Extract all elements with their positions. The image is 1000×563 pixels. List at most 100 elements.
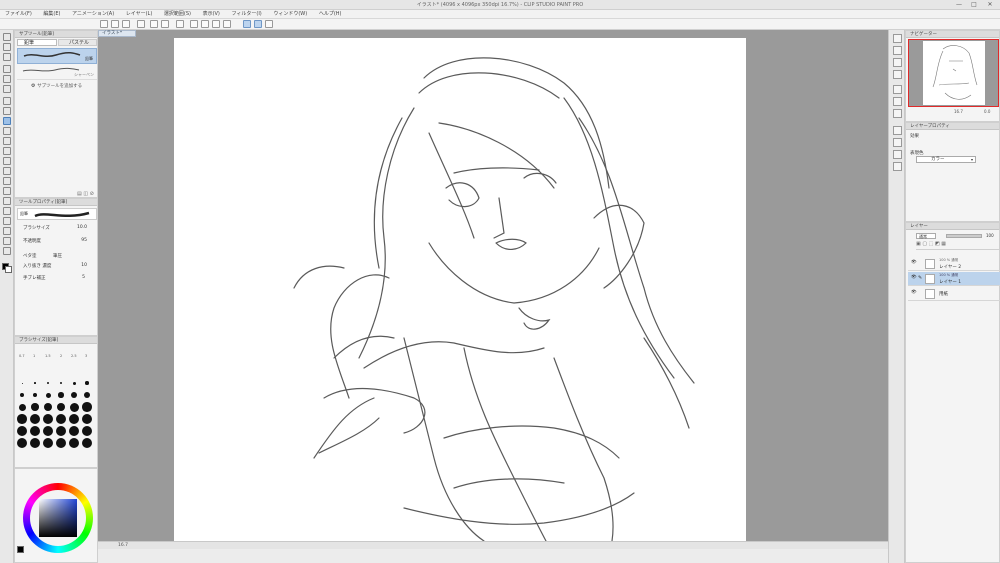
decoration-tool-icon[interactable] <box>3 147 11 155</box>
navigator-view-frame[interactable] <box>908 39 999 107</box>
brush-size-preset[interactable] <box>47 382 49 384</box>
eye-icon[interactable]: 👁 <box>911 260 917 265</box>
brush-size-preset[interactable] <box>59 381 63 385</box>
prop-start-end-density[interactable]: 入り抜き 濃度 10 <box>17 263 97 272</box>
brush-size-preset[interactable] <box>56 414 66 424</box>
pen-tool-icon[interactable] <box>3 107 11 115</box>
brush-size-preset[interactable] <box>43 426 53 436</box>
color-history-icon[interactable] <box>893 162 902 171</box>
gradient-tool-icon[interactable] <box>3 187 11 195</box>
eyedropper-tool-icon[interactable] <box>3 97 11 105</box>
new-file-button[interactable] <box>100 20 108 28</box>
minimize-button[interactable]: — <box>952 0 966 10</box>
menu-window[interactable]: ウィンドウ(W) <box>268 10 312 19</box>
auto-select-tool-icon[interactable] <box>3 85 11 93</box>
navigator-panel-icon[interactable] <box>893 34 902 43</box>
brush-size-preset[interactable] <box>18 403 26 411</box>
clip-studio-button[interactable] <box>137 20 145 28</box>
eye-icon[interactable]: 👁 <box>911 275 917 280</box>
menu-layer[interactable]: レイヤー(L) <box>121 10 158 19</box>
brush-size-preset[interactable] <box>69 414 79 424</box>
brush-size-preset[interactable] <box>31 403 39 411</box>
wheel-main-color[interactable] <box>17 546 24 553</box>
hue-ring[interactable] <box>23 483 93 553</box>
correct-line-tool-icon[interactable] <box>3 247 11 255</box>
brush-size-preset[interactable] <box>71 392 77 398</box>
menu-animation[interactable]: アニメーション(A) <box>67 10 119 19</box>
sub-color-swatch[interactable] <box>5 266 12 273</box>
open-file-button[interactable] <box>111 20 119 28</box>
invert-selection-button[interactable] <box>212 20 220 28</box>
menu-edit[interactable]: 編集(E) <box>38 10 65 19</box>
pencil-tool-icon[interactable] <box>3 117 11 125</box>
selection-tool-icon[interactable] <box>3 75 11 83</box>
close-button[interactable]: ✕ <box>983 0 997 10</box>
brush-size-preset[interactable] <box>69 426 79 436</box>
brush-size-preset[interactable] <box>43 438 53 448</box>
menu-help[interactable]: ヘルプ(H) <box>314 10 347 19</box>
redo-button[interactable] <box>161 20 169 28</box>
fill-tool-icon[interactable] <box>3 177 11 185</box>
layer-tools-icon[interactable]: ▣ ▢ ⬚ ◩ ▦ <box>916 241 946 247</box>
brush-size-preset[interactable] <box>82 402 92 412</box>
canvas-tab[interactable]: イラスト* <box>98 30 136 37</box>
subview-panel-icon[interactable] <box>893 46 902 55</box>
brush-size-preset[interactable] <box>56 402 66 412</box>
saturation-value-box[interactable] <box>39 499 77 537</box>
brush-size-preset[interactable] <box>58 392 64 398</box>
brush-size-preset[interactable] <box>56 426 66 436</box>
snap-ruler-button[interactable] <box>243 20 251 28</box>
brush-size-preset[interactable] <box>17 426 27 436</box>
drawing-sheet[interactable] <box>174 38 746 542</box>
brush-size-preset[interactable] <box>34 382 36 384</box>
material-panel-icon[interactable] <box>893 85 902 94</box>
brush-size-preset[interactable] <box>45 392 51 398</box>
menu-view[interactable]: 表示(V) <box>198 10 225 19</box>
color-set-icon[interactable] <box>893 138 902 147</box>
brush-size-preset[interactable] <box>69 438 79 448</box>
layer-row-paper[interactable]: 👁 用紙 <box>908 287 1000 301</box>
rotate-tool-icon[interactable] <box>3 53 11 61</box>
brush-size-preset[interactable] <box>69 402 79 412</box>
snap-special-ruler-button[interactable] <box>254 20 262 28</box>
add-subtool-button[interactable]: ⚙ サブツールを追加する <box>31 83 82 89</box>
auto-action-icon[interactable] <box>893 109 902 118</box>
expression-color-select[interactable]: カラー ▾ <box>916 156 976 163</box>
eraser-tool-icon[interactable] <box>3 157 11 165</box>
deselect-button[interactable] <box>201 20 209 28</box>
zoom-tool-icon[interactable] <box>3 33 11 41</box>
brush-size-preset[interactable] <box>17 438 27 448</box>
save-button[interactable] <box>122 20 130 28</box>
tab-pastel[interactable]: パステル <box>58 39 97 46</box>
hand-tool-icon[interactable] <box>3 43 11 51</box>
brush-size-preset[interactable] <box>56 438 66 448</box>
ruler-tool-icon[interactable] <box>3 217 11 225</box>
brush-size-preset[interactable] <box>44 403 52 411</box>
brush-size-preset[interactable] <box>30 414 40 424</box>
history-panel-icon[interactable] <box>893 70 902 79</box>
navigator-preview[interactable] <box>908 39 999 107</box>
brush-size-preset[interactable] <box>20 393 24 397</box>
move-tool-icon[interactable] <box>3 65 11 73</box>
brush-size-preset[interactable] <box>17 414 27 424</box>
menu-filter[interactable]: フィルター(I) <box>226 10 266 19</box>
snap-grid-button[interactable] <box>265 20 273 28</box>
blend-tool-icon[interactable] <box>3 167 11 175</box>
layer-row-1[interactable]: 👁 ✎ 100 % 通常 レイヤー 1 <box>908 272 1000 286</box>
brush-size-preset[interactable] <box>21 382 23 384</box>
eye-icon[interactable]: 👁 <box>911 290 917 295</box>
clear-button[interactable] <box>176 20 184 28</box>
item-bank-icon[interactable] <box>893 126 902 135</box>
figure-tool-icon[interactable] <box>3 197 11 205</box>
prop-brush-size[interactable]: ブラシサイズ 10.0 <box>17 225 97 234</box>
layer-search-icon[interactable] <box>893 97 902 106</box>
approx-color-icon[interactable] <box>893 150 902 159</box>
crop-button[interactable] <box>223 20 231 28</box>
prop-solid[interactable]: ベタ塗 筆圧 <box>17 253 97 262</box>
menu-selection[interactable]: 選択範囲(S) <box>159 10 196 19</box>
maximize-button[interactable]: □ <box>967 0 981 10</box>
blend-mode-select[interactable]: 通常 <box>916 233 936 239</box>
brush-size-preset[interactable] <box>82 438 92 448</box>
info-panel-icon[interactable] <box>893 58 902 67</box>
brush-size-preset[interactable] <box>82 426 92 436</box>
